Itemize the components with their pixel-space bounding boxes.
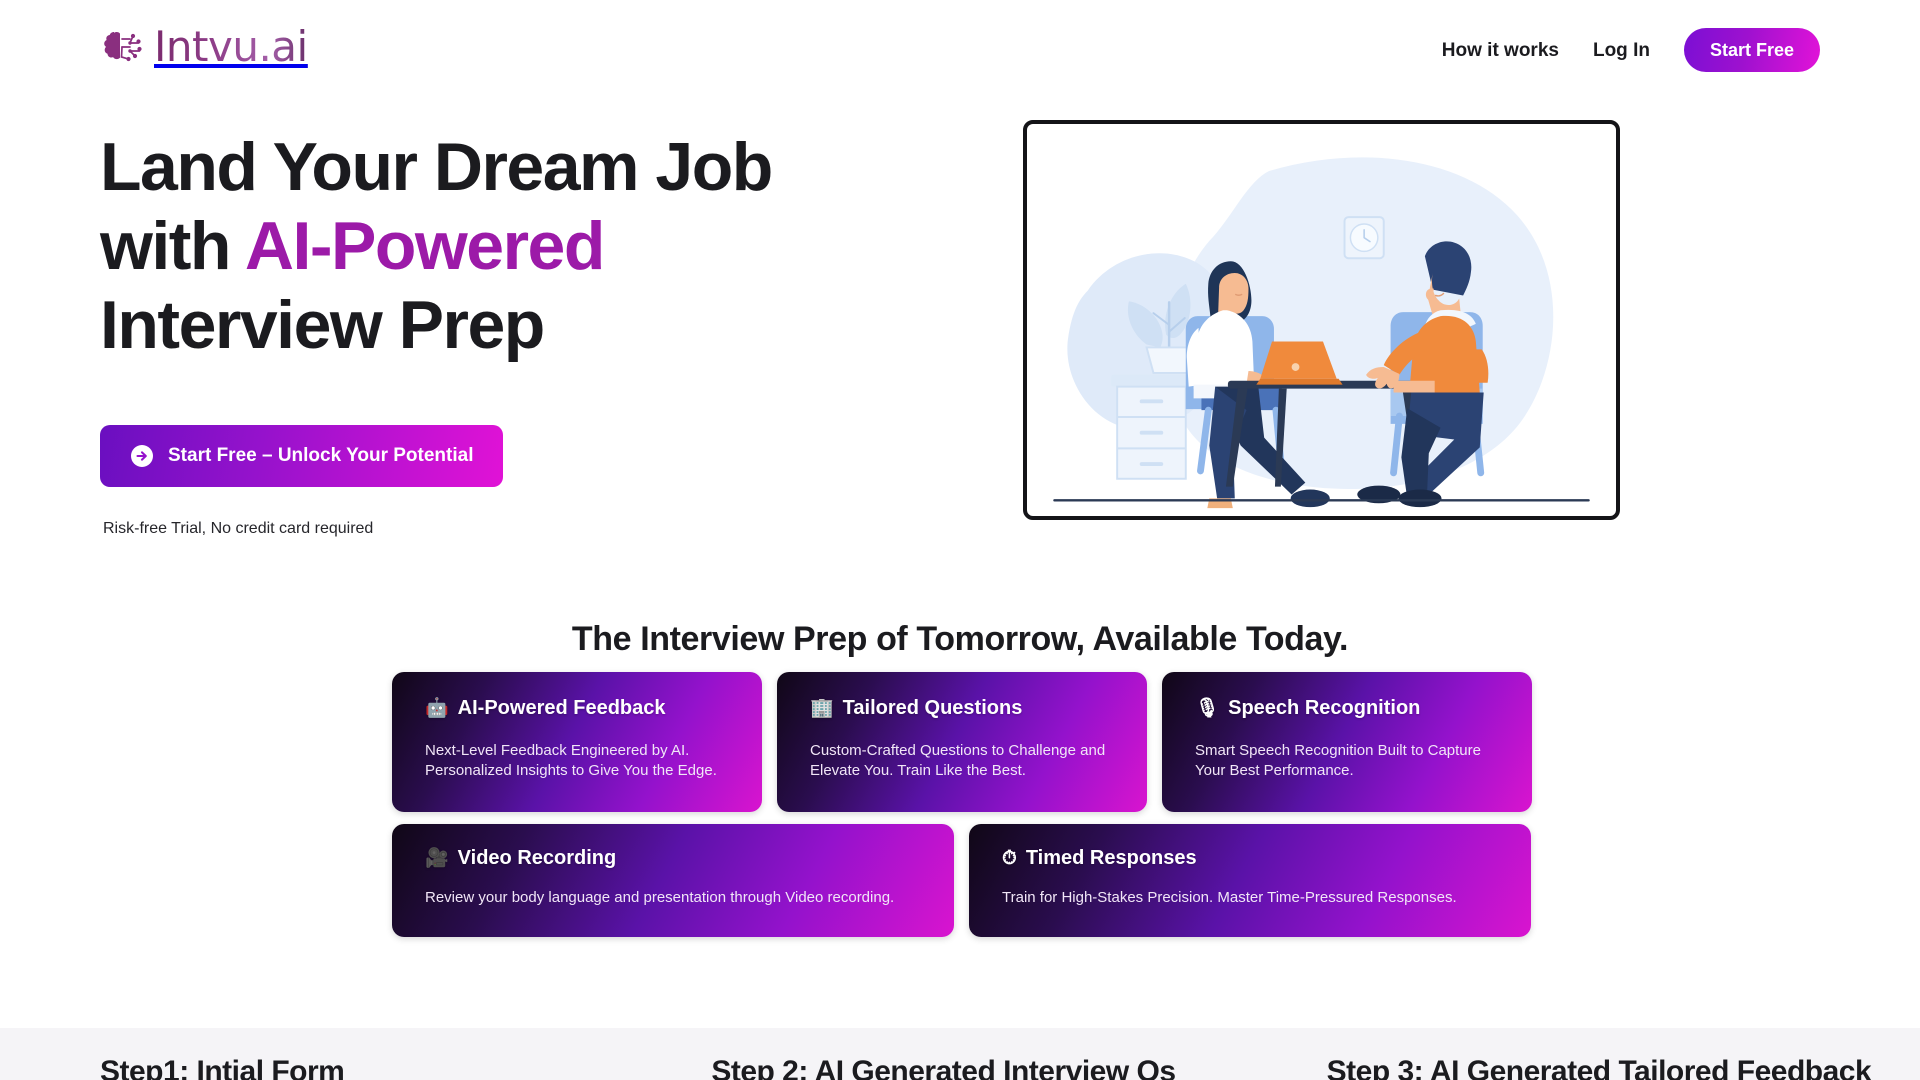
feature-card-ai-powered-feedback[interactable]: 🤖 AI-Powered Feedback Next-Level Feedbac…: [392, 672, 762, 812]
hero-illustration-frame: [1023, 120, 1620, 520]
hero-copy: Land Your Dream Job with AI-Powered Inte…: [100, 128, 860, 365]
hero-start-free-button[interactable]: Start Free – Unlock Your Potential: [100, 425, 504, 487]
feature-card-description: Custom-Crafted Questions to Challenge an…: [810, 742, 1106, 779]
brain-circuit-icon: [104, 31, 142, 61]
step-column-2: Step 2: AI Generated Interview Qs: [693, 1055, 1304, 1080]
stopwatch-icon: ⏱: [1002, 846, 1017, 869]
robot-icon: 🤖: [425, 696, 449, 719]
hero-cta-label: Start Free – Unlock Your Potential: [168, 445, 474, 466]
feature-card-title: 🎙 Speech Recognition: [1195, 696, 1504, 720]
nav-links-group: How it works Log In Start Free: [1442, 28, 1820, 72]
feature-card-description: Review your body language and presentati…: [425, 889, 895, 906]
feature-cards-row-2: 🎥 Video Recording Review your body langu…: [392, 824, 1531, 937]
microphone-icon: 🎙: [1195, 696, 1220, 719]
feature-card-timed-responses[interactable]: ⏱ Timed Responses Train for High-Stakes …: [969, 824, 1531, 937]
step-3-title: Step 3: AI Generated Tailored Feedback: [1326, 1055, 1872, 1080]
nav-start-free-button[interactable]: Start Free: [1683, 28, 1820, 72]
top-navigation-bar: Intvu.ai How it works Log In Start Free: [0, 0, 1920, 100]
risk-free-note: Risk-free Trial, No credit card required: [103, 520, 374, 537]
feature-card-title: ⏱ Timed Responses: [1002, 846, 1503, 870]
feature-card-title-text: Speech Recognition: [1228, 697, 1421, 719]
feature-card-title: 🤖 AI-Powered Feedback: [425, 696, 734, 720]
feature-card-description: Train for High-Stakes Precision. Master …: [1002, 889, 1457, 906]
feature-card-description: Next-Level Feedback Engineered by AI. Pe…: [425, 742, 717, 779]
video-camera-icon: 🎥: [425, 846, 449, 869]
feature-card-title-text: Timed Responses: [1025, 847, 1197, 869]
feature-card-title-text: Video Recording: [457, 847, 617, 869]
page-title: Land Your Dream Job with AI-Powered Inte…: [100, 128, 860, 365]
brand-logo[interactable]: Intvu.ai: [100, 22, 308, 71]
feature-cards-row-1: 🤖 AI-Powered Feedback Next-Level Feedbac…: [392, 672, 1532, 812]
hero-title-line-3: Interview Prep: [100, 287, 545, 363]
step-2-title: Step 2: AI Generated Interview Qs: [711, 1055, 1176, 1080]
feature-card-video-recording[interactable]: 🎥 Video Recording Review your body langu…: [392, 824, 954, 937]
office-building-icon: 🏢: [810, 696, 834, 719]
landing-page: Intvu.ai How it works Log In Start Free …: [0, 0, 1920, 1080]
feature-card-title-text: Tailored Questions: [842, 697, 1023, 719]
interview-illustration: [1053, 157, 1590, 509]
hero-title-line-2-prefix: with: [100, 208, 245, 284]
feature-card-title: 🎥 Video Recording: [425, 846, 926, 870]
feature-card-title-text: AI-Powered Feedback: [457, 697, 666, 719]
hero-title-line-1: Land Your Dream Job: [100, 129, 773, 205]
steps-section: Step1: Intial Form Step 2: AI Generated …: [0, 1055, 1920, 1080]
nav-link-log-in[interactable]: Log In: [1593, 41, 1650, 60]
feature-card-speech-recognition[interactable]: 🎙 Speech Recognition Smart Speech Recogn…: [1162, 672, 1532, 812]
brand-name: Intvu.ai: [154, 22, 308, 71]
feature-card-title: 🏢 Tailored Questions: [810, 696, 1119, 720]
step-column-1: Step1: Intial Form: [0, 1055, 693, 1080]
arrow-right-circle-icon: [131, 445, 153, 467]
nav-link-how-it-works[interactable]: How it works: [1442, 41, 1559, 60]
step-column-3: Step 3: AI Generated Tailored Feedback: [1305, 1055, 1920, 1080]
feature-card-description: Smart Speech Recognition Built to Captur…: [1195, 742, 1481, 779]
hero-title-accent: AI-Powered: [244, 208, 606, 284]
feature-card-tailored-questions[interactable]: 🏢 Tailored Questions Custom-Crafted Ques…: [777, 672, 1147, 812]
step-1-title: Step1: Intial Form: [100, 1055, 345, 1080]
features-heading: The Interview Prep of Tomorrow, Availabl…: [571, 620, 1349, 658]
